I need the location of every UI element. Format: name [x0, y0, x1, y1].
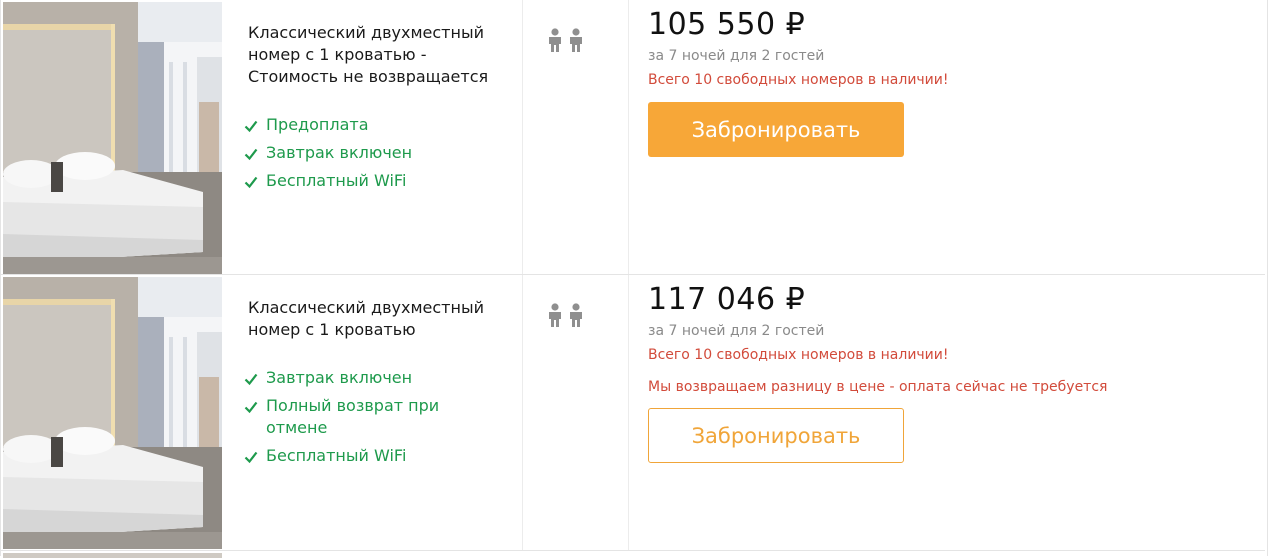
price-total: 105 550 ₽: [648, 7, 806, 42]
price-column: 105 550 ₽ за 7 ночей для 2 гостей Всего …: [629, 0, 1265, 274]
room-photo[interactable]: [3, 277, 222, 549]
feature-item: Завтрак включен: [244, 367, 476, 389]
room-title: Классический двухместный номер с 1 крова…: [248, 23, 489, 86]
guests-column: [523, 0, 629, 274]
person-icon: [570, 28, 582, 52]
check-icon: [244, 120, 258, 133]
refund-note: Мы возвращаем разницу в цене - оплата се…: [648, 379, 1108, 395]
room-info: Классический двухместный номер с 1 крова…: [222, 0, 523, 274]
room-row: [1, 551, 1265, 558]
room-photo[interactable]: [3, 2, 222, 274]
room-title: Классический двухместный номер с 1 крова…: [248, 298, 484, 339]
person-icon: [549, 28, 561, 52]
check-icon: [244, 373, 258, 386]
person-icon: [549, 303, 561, 327]
room-info: Классический двухместный номер с 1 крова…: [222, 275, 523, 550]
feature-label: Полный возврат при отмене: [266, 396, 440, 437]
feature-item: Предоплата: [244, 114, 476, 136]
book-button[interactable]: Забронировать: [648, 408, 904, 463]
feature-item: Бесплатный WiFi: [244, 445, 476, 467]
price-column: 117 046 ₽ за 7 ночей для 2 гостей Всего …: [629, 275, 1265, 550]
two-persons-icon: [547, 303, 584, 327]
check-icon: [244, 176, 258, 189]
check-icon: [244, 401, 258, 414]
price-nights-text: за 7 ночей для 2 гостей: [648, 323, 825, 339]
availability-text: Всего 10 свободных номеров в наличии!: [648, 347, 949, 363]
feature-label: Завтрак включен: [266, 368, 413, 387]
feature-list: Завтрак включен Полный возврат при отмен…: [244, 367, 476, 473]
two-persons-icon: [547, 28, 584, 52]
feature-item: Бесплатный WiFi: [244, 170, 476, 192]
feature-item: Полный возврат при отмене: [244, 395, 476, 439]
person-icon: [570, 303, 582, 327]
feature-label: Завтрак включен: [266, 143, 413, 162]
book-button[interactable]: Забронировать: [648, 102, 904, 157]
guests-column: [523, 275, 629, 550]
price-nights-text: за 7 ночей для 2 гостей: [648, 48, 825, 64]
check-icon: [244, 451, 258, 464]
room-list: Классический двухместный номер с 1 крова…: [0, 0, 1268, 558]
room-row: Классический двухместный номер с 1 крова…: [1, 275, 1265, 551]
check-icon: [244, 148, 258, 161]
room-row: Классический двухместный номер с 1 крова…: [1, 0, 1265, 275]
feature-label: Предоплата: [266, 115, 369, 134]
feature-list: Предоплата Завтрак включен Бесплатный Wi…: [244, 114, 476, 198]
availability-text: Всего 10 свободных номеров в наличии!: [648, 72, 949, 88]
feature-label: Бесплатный WiFi: [266, 446, 407, 465]
feature-label: Бесплатный WiFi: [266, 171, 407, 190]
feature-item: Завтрак включен: [244, 142, 476, 164]
price-total: 117 046 ₽: [648, 282, 806, 317]
